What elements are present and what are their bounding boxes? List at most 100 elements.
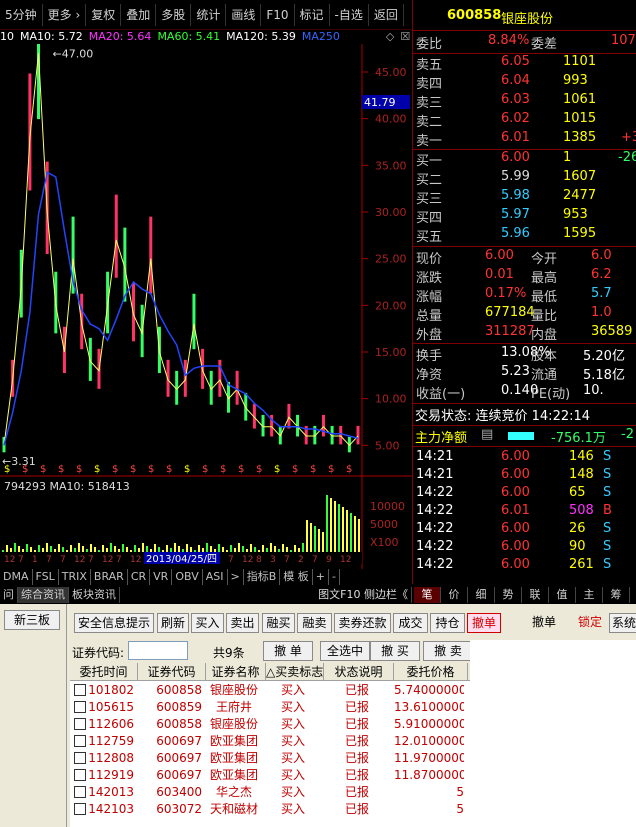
settings-icon[interactable]: ◇ <box>386 30 394 44</box>
ask-price[interactable]: 6.04 <box>501 73 530 88</box>
event-marker[interactable]: $ <box>40 464 46 475</box>
column-header[interactable]: 证券名称 <box>206 663 266 681</box>
indicator-tab[interactable]: BRAR <box>91 569 128 585</box>
row-checkbox[interactable] <box>74 684 86 696</box>
cancel-action-button[interactable]: 撤 单 <box>263 641 313 661</box>
ask-price[interactable]: 6.05 <box>501 54 530 69</box>
column-header[interactable]: △买卖标志 <box>266 663 324 681</box>
trade-action-button[interactable]: 安全信息提示 <box>74 613 154 633</box>
trade-action-button[interactable]: 刷新 <box>157 613 189 633</box>
detail-tab[interactable]: 联 <box>522 587 549 603</box>
cancel-action-button[interactable]: 撤 卖 <box>423 641 473 661</box>
price-chart[interactable]: 45.0040.0035.0030.0025.0020.0015.0010.00… <box>0 44 412 584</box>
row-checkbox[interactable] <box>74 803 86 815</box>
flow-icon[interactable]: ▤ <box>481 427 493 442</box>
trade-action-button[interactable]: 卖出 <box>226 613 259 633</box>
indicator-tab[interactable]: TRIX <box>59 569 91 585</box>
indicator-tab[interactable]: VR <box>150 569 173 585</box>
toolbar-item[interactable]: 多股 <box>156 3 192 26</box>
bid-price[interactable]: 6.00 <box>501 150 530 165</box>
event-marker[interactable]: $ <box>238 464 244 475</box>
toolbar-item[interactable]: F10 <box>261 3 295 26</box>
toolbar-item[interactable]: 复权 <box>86 3 122 26</box>
trade-action-button[interactable]: 融卖 <box>297 613 332 633</box>
column-header[interactable]: 委托价格 <box>394 663 468 681</box>
detail-tab[interactable]: 笔 <box>414 587 441 603</box>
toolbar-item[interactable]: 5分钟 <box>0 3 43 26</box>
info-tab[interactable]: 板块资讯 <box>69 587 120 603</box>
info-tab[interactable]: 综合资讯 <box>18 587 69 603</box>
event-marker[interactable]: $ <box>130 464 136 475</box>
cancel-action-button[interactable]: 撤 买 <box>370 641 420 661</box>
column-header[interactable]: 状态说明 <box>324 663 394 681</box>
detail-tab[interactable]: 细 <box>468 587 495 603</box>
toolbar-item[interactable]: 标记 <box>295 3 330 26</box>
trade-action-button[interactable]: 融买 <box>262 613 295 633</box>
event-marker[interactable]: $ <box>310 464 316 475</box>
indicator-tab[interactable]: 指标B <box>244 569 281 585</box>
indicator-tab[interactable]: 模 板 <box>280 569 313 585</box>
event-marker[interactable]: $ <box>22 464 28 475</box>
event-marker[interactable]: $ <box>220 464 226 475</box>
cancel-action-button[interactable]: 全选中 <box>320 641 370 661</box>
indicator-tab[interactable]: CR <box>128 569 151 585</box>
trade-action-button[interactable]: 锁定 <box>575 613 605 633</box>
event-marker[interactable]: $ <box>328 464 334 475</box>
ask-price[interactable]: 6.01 <box>501 130 530 145</box>
trade-action-button[interactable]: 撤单 <box>519 613 569 633</box>
bid-price[interactable]: 5.99 <box>501 169 530 184</box>
close-icon[interactable]: ☒ <box>400 30 410 44</box>
event-marker[interactable]: $ <box>112 464 118 475</box>
code-input[interactable] <box>128 641 188 660</box>
event-marker[interactable]: $ <box>166 464 172 475</box>
toolbar-item[interactable]: 叠加 <box>121 3 157 26</box>
detail-tab[interactable]: 势 <box>495 587 522 603</box>
detail-tab[interactable]: 筹 <box>603 587 630 603</box>
toolbar-item[interactable]: 画线 <box>226 3 262 26</box>
detail-tab[interactable]: 主 <box>576 587 603 603</box>
bid-price[interactable]: 5.97 <box>501 207 530 222</box>
row-checkbox[interactable] <box>74 752 86 764</box>
toolbar-item[interactable]: 更多 › <box>43 3 87 26</box>
indicator-tab[interactable]: - <box>329 569 340 585</box>
indicator-tab[interactable]: + <box>313 569 329 585</box>
toolbar-item[interactable]: 返回 <box>369 3 404 26</box>
info-right-links[interactable]: 图文F10 侧边栏《 <box>315 587 412 603</box>
row-checkbox[interactable] <box>74 769 86 781</box>
ask-price[interactable]: 6.02 <box>501 111 530 126</box>
event-marker[interactable]: $ <box>184 464 190 475</box>
event-marker[interactable]: $ <box>58 464 64 475</box>
bid-price[interactable]: 5.96 <box>501 226 530 241</box>
event-marker[interactable]: $ <box>346 464 352 475</box>
indicator-tab[interactable]: > <box>228 569 244 585</box>
indicator-tab[interactable]: OBV <box>172 569 203 585</box>
toolbar-item[interactable]: 统计 <box>191 3 227 26</box>
event-marker[interactable]: $ <box>94 464 100 475</box>
column-header[interactable]: 证券代码 <box>138 663 206 681</box>
indicator-tab[interactable]: ASI <box>203 569 228 585</box>
toolbar-item[interactable]: -自选 <box>330 3 369 26</box>
row-checkbox[interactable] <box>74 718 86 730</box>
row-checkbox[interactable] <box>74 786 86 798</box>
event-marker[interactable]: $ <box>4 464 10 475</box>
indicator-tab[interactable]: DMA <box>0 569 33 585</box>
trade-action-button[interactable]: 系统 <box>609 613 636 633</box>
trade-action-button[interactable]: 卖券还款 <box>334 613 391 633</box>
new-third-board-button[interactable]: 新三板 <box>4 610 60 630</box>
event-marker[interactable]: $ <box>202 464 208 475</box>
row-checkbox[interactable] <box>74 701 86 713</box>
trade-action-button[interactable]: 成交 <box>393 613 428 633</box>
info-tab[interactable]: 问 <box>0 587 18 603</box>
indicator-tab[interactable]: FSL <box>33 569 59 585</box>
event-marker[interactable]: $ <box>256 464 262 475</box>
column-header[interactable]: 委托时间 <box>70 663 138 681</box>
event-marker[interactable]: $ <box>274 464 280 475</box>
trade-action-button[interactable]: 持仓 <box>430 613 465 633</box>
detail-tab[interactable]: 价 <box>441 587 468 603</box>
detail-tab[interactable]: 值 <box>549 587 576 603</box>
trade-action-button[interactable]: 买入 <box>191 613 224 633</box>
trade-action-button[interactable]: 撤单 <box>467 613 501 633</box>
ask-price[interactable]: 6.03 <box>501 92 530 107</box>
event-marker[interactable]: $ <box>76 464 82 475</box>
event-marker[interactable]: $ <box>148 464 154 475</box>
